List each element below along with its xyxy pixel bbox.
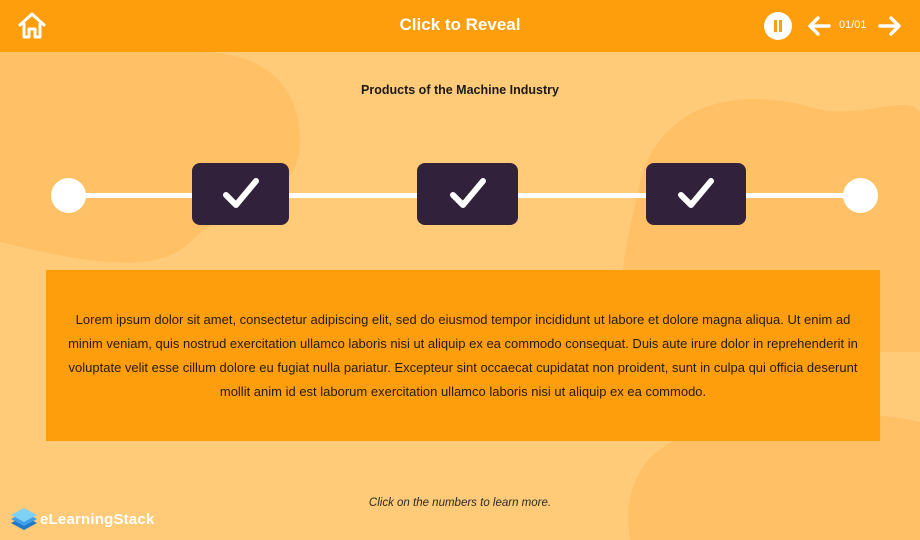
previous-button[interactable] [806,14,832,38]
logo-text: eLearningStack [40,511,155,528]
top-bar: Click to Reveal 01/01 [0,0,920,52]
timeline-end-dot [843,178,878,213]
step-button-3[interactable] [646,163,746,225]
checkmark-icon [222,178,259,208]
step-button-2[interactable] [417,163,518,225]
pause-button[interactable] [764,12,792,40]
content-text: Lorem ipsum dolor sit amet, consectetur … [68,311,858,399]
timeline-start-dot [51,178,86,213]
section-heading: Products of the Machine Industry [361,83,559,97]
checkmark-icon [449,178,486,208]
instruction-hint: Click on the numbers to learn more. [368,497,552,509]
arrow-right-icon [878,16,901,36]
arrow-left-icon [808,16,831,36]
stack-logo-icon [11,508,37,530]
slide-counter: 01/01 [839,19,867,31]
next-button[interactable] [877,14,903,38]
step-button-1[interactable] [192,163,289,225]
checkmark-icon [678,178,714,208]
content-panel: Lorem ipsum dolor sit amet, consectetur … [46,270,880,441]
